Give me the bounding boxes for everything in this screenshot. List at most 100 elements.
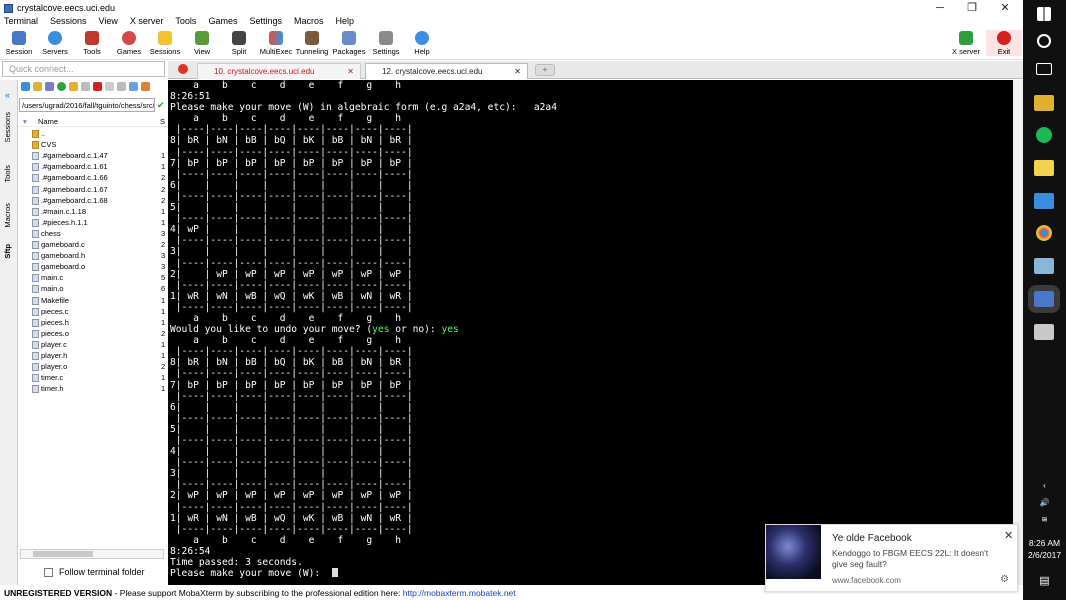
sftp-path-field[interactable]: /users/ugrad/2016/fall/tguinto/chess/src… xyxy=(19,98,155,112)
maximize-button[interactable]: ❐ xyxy=(957,0,987,16)
clock-date[interactable]: 2/6/2017 xyxy=(1023,550,1066,560)
side-tab-macros[interactable]: Macros xyxy=(3,203,12,228)
search-icon[interactable] xyxy=(141,82,150,91)
tab-session-10[interactable]: 10. crystalcove.eecs.uci.edu ✕ xyxy=(197,63,361,79)
side-tab-sessions[interactable]: Sessions xyxy=(3,112,12,142)
file-row[interactable]: timer.c 1 xyxy=(18,372,166,383)
column-name[interactable]: Name xyxy=(38,117,58,126)
menu-settings[interactable]: Settings xyxy=(249,16,282,29)
rename-icon[interactable] xyxy=(105,82,114,91)
file-row[interactable]: gameboard.h 3 xyxy=(18,250,166,261)
mobaxterm-taskbar-icon[interactable] xyxy=(1028,285,1060,313)
games-button[interactable]: Games xyxy=(111,30,147,56)
view-mode-icon[interactable] xyxy=(129,82,138,91)
quick-connect-input[interactable]: Quick connect... xyxy=(2,61,165,77)
sessions-button[interactable]: Sessions xyxy=(147,30,183,56)
file-row[interactable]: pieces.o 2 xyxy=(18,328,166,339)
file-row[interactable]: pieces.c 1 xyxy=(18,306,166,317)
servers-button[interactable]: Servers xyxy=(37,30,73,56)
file-row[interactable]: .#gameboard.c.1.68 2 xyxy=(18,195,166,206)
file-row[interactable]: chess 3 xyxy=(18,228,166,239)
file-row[interactable]: timer.h 1 xyxy=(18,383,166,394)
tab-close-icon[interactable]: ✕ xyxy=(347,67,354,76)
file-row[interactable]: Makefile 1 xyxy=(18,295,166,306)
facebook-notification[interactable]: Ye olde Facebook Kendoggo to FBGM EECS 2… xyxy=(765,524,1018,592)
delete-icon[interactable] xyxy=(93,82,102,91)
file-row[interactable]: .#gameboard.c.1.67 2 xyxy=(18,184,166,195)
sidebar-horizontal-scrollbar[interactable] xyxy=(20,549,164,559)
file-row[interactable]: gameboard.o 3 xyxy=(18,261,166,272)
notification-close-icon[interactable]: ✕ xyxy=(1004,529,1013,542)
exit-button[interactable]: Exit xyxy=(986,30,1022,56)
close-button[interactable]: ✕ xyxy=(990,0,1020,16)
volume-icon[interactable]: 🔊 xyxy=(1023,498,1066,507)
scroll-thumb[interactable] xyxy=(33,551,93,557)
column-size[interactable]: S xyxy=(160,117,165,126)
cortana-icon[interactable] xyxy=(1037,34,1051,48)
menu-tools[interactable]: Tools xyxy=(175,16,196,29)
tools-button[interactable]: Tools xyxy=(74,30,110,56)
follow-checkbox[interactable] xyxy=(44,567,53,577)
menu-xserver[interactable]: X server xyxy=(130,16,164,29)
task-view-icon[interactable] xyxy=(1036,63,1052,75)
terminal-view[interactable]: a b c d e f g h 8:26:51 Please make your m… xyxy=(168,80,1013,585)
file-row[interactable]: main.c 5 xyxy=(18,272,166,283)
refresh-icon[interactable] xyxy=(57,82,66,91)
menu-help[interactable]: Help xyxy=(336,16,355,29)
file-row[interactable]: .#gameboard.c.1.61 1 xyxy=(18,161,166,172)
file-row[interactable]: .#pieces.h.1.1 1 xyxy=(18,217,166,228)
up-folder-icon[interactable] xyxy=(21,82,30,91)
menu-macros[interactable]: Macros xyxy=(294,16,324,29)
network-icon[interactable]: ≋ xyxy=(1023,515,1066,524)
text-icon[interactable] xyxy=(117,82,126,91)
file-row[interactable]: .#gameboard.c.1.47 1 xyxy=(18,150,166,161)
upload-icon[interactable] xyxy=(45,82,54,91)
file-row[interactable]: player.o 2 xyxy=(18,361,166,372)
collapse-sidebar-icon[interactable]: « xyxy=(5,90,10,100)
menu-terminal[interactable]: Terminal xyxy=(4,16,38,29)
terminal-scrollbar[interactable] xyxy=(1013,80,1023,585)
session-button[interactable]: Session xyxy=(1,30,37,56)
start-icon[interactable] xyxy=(1037,7,1051,21)
file-row[interactable]: player.c 1 xyxy=(18,339,166,350)
tray-expand-icon[interactable]: ‹ xyxy=(1023,481,1066,490)
minimize-button[interactable]: ─ xyxy=(925,0,955,16)
new-tab-button[interactable]: + xyxy=(535,64,555,76)
file-row[interactable]: .#main.c.1.18 1 xyxy=(18,206,166,217)
file-row[interactable]: CVS xyxy=(18,139,166,150)
download-icon[interactable] xyxy=(33,82,42,91)
split-button[interactable]: Split xyxy=(221,30,257,56)
new-folder-icon[interactable] xyxy=(69,82,78,91)
tab-close-icon[interactable]: ✕ xyxy=(514,67,521,76)
file-row[interactable]: pieces.h 1 xyxy=(18,317,166,328)
view-button[interactable]: View xyxy=(184,30,220,56)
xserver-button[interactable]: X server xyxy=(948,30,984,56)
path-ok-icon[interactable]: ✔ xyxy=(157,100,165,111)
settings-button[interactable]: Settings xyxy=(368,30,404,56)
side-tab-sftp[interactable]: Sftp xyxy=(3,244,12,259)
sticky-notes-icon[interactable] xyxy=(1034,160,1054,176)
menu-view[interactable]: View xyxy=(99,16,118,29)
mobaxterm-link[interactable]: http://mobaxterm.mobatek.net xyxy=(403,588,516,598)
spotify-icon[interactable] xyxy=(1036,127,1052,143)
home-tab-icon[interactable] xyxy=(178,64,188,74)
file-explorer-icon[interactable] xyxy=(1034,95,1054,111)
file-row[interactable]: player.h 1 xyxy=(18,350,166,361)
action-center-icon[interactable]: ▤ xyxy=(1023,574,1066,587)
new-file-icon[interactable] xyxy=(81,82,90,91)
chrome-icon[interactable] xyxy=(1036,225,1052,241)
menu-sessions[interactable]: Sessions xyxy=(50,16,87,29)
app-icon-light[interactable] xyxy=(1034,258,1054,274)
file-row[interactable]: gameboard.c 2 xyxy=(18,239,166,250)
tab-session-12[interactable]: 12. crystalcove.eecs.uci.edu ✕ xyxy=(365,63,528,79)
follow-terminal-folder[interactable]: Follow terminal folder xyxy=(44,567,145,577)
menu-games[interactable]: Games xyxy=(208,16,237,29)
packages-button[interactable]: Packages xyxy=(331,30,367,56)
app-icon-blue[interactable] xyxy=(1034,193,1054,209)
file-row[interactable]: .. xyxy=(18,128,166,139)
file-row[interactable]: .#gameboard.c.1.66 2 xyxy=(18,172,166,183)
tunneling-button[interactable]: Tunneling xyxy=(294,30,330,56)
clock-time[interactable]: 8:26 AM xyxy=(1023,538,1066,548)
app-icon-gray[interactable] xyxy=(1034,324,1054,340)
help-button[interactable]: Help xyxy=(404,30,440,56)
